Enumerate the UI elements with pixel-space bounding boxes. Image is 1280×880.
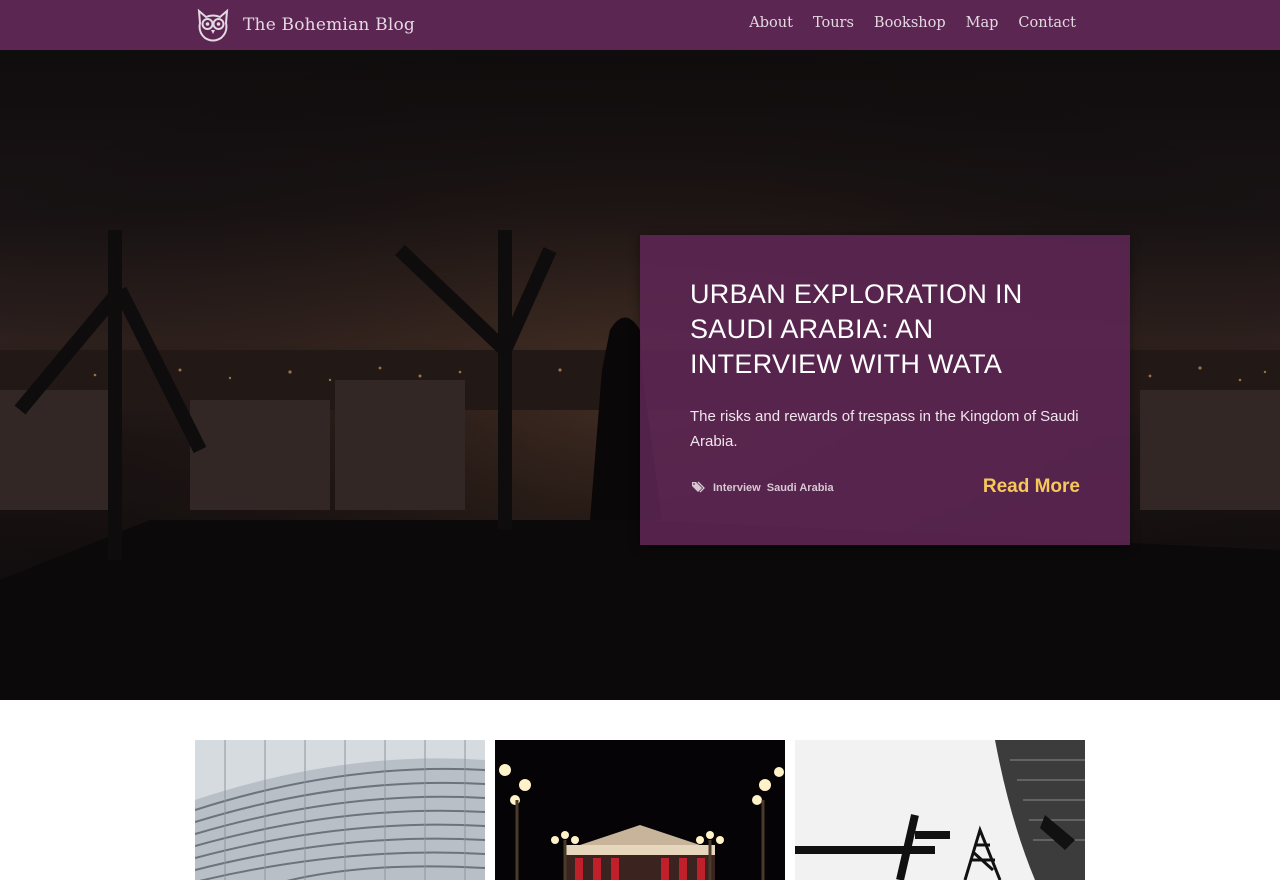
featured-post-card: Urban Exploration in Saudi Arabia: An In…: [640, 235, 1130, 545]
curved-apartment-block-photo: [195, 740, 485, 880]
nav-item-tours[interactable]: Tours: [813, 15, 854, 31]
site-header: The Bohemian Blog About Tours Bookshop M…: [0, 0, 1280, 50]
featured-post-tags: Interview Saudi Arabia: [713, 482, 837, 494]
brand-link[interactable]: The Bohemian Blog: [195, 8, 415, 42]
nav-item-bookshop[interactable]: Bookshop: [874, 15, 946, 31]
industrial-structure-silhouette-photo: [795, 740, 1085, 880]
nav-item-contact[interactable]: Contact: [1018, 15, 1076, 31]
post-thumbnail[interactable]: [195, 740, 485, 880]
nav-item-about[interactable]: About: [749, 15, 793, 31]
tag-link[interactable]: Saudi Arabia: [767, 482, 834, 494]
owl-logo-icon: [197, 8, 229, 42]
featured-post-footer: Interview Saudi Arabia Read More: [690, 476, 1080, 500]
site-title: The Bohemian Blog: [243, 15, 415, 35]
post-thumbnail[interactable]: [495, 740, 785, 880]
nav-item-map[interactable]: Map: [966, 15, 999, 31]
main-nav: About Tours Bookshop Map Contact: [729, 15, 1076, 31]
post-thumbnail[interactable]: [795, 740, 1085, 880]
tag-link[interactable]: Interview: [713, 482, 761, 494]
featured-post-excerpt: The risks and rewards of trespass in the…: [690, 408, 1079, 450]
hero-banner: Urban Exploration in Saudi Arabia: An In…: [0, 50, 1280, 700]
tags-icon: [692, 481, 705, 493]
read-more-link[interactable]: Read More: [983, 476, 1080, 498]
post-grid: [195, 740, 1085, 880]
featured-post-title[interactable]: Urban Exploration in Saudi Arabia: An In…: [690, 277, 1080, 382]
illuminated-theatre-night-photo: [495, 740, 785, 880]
